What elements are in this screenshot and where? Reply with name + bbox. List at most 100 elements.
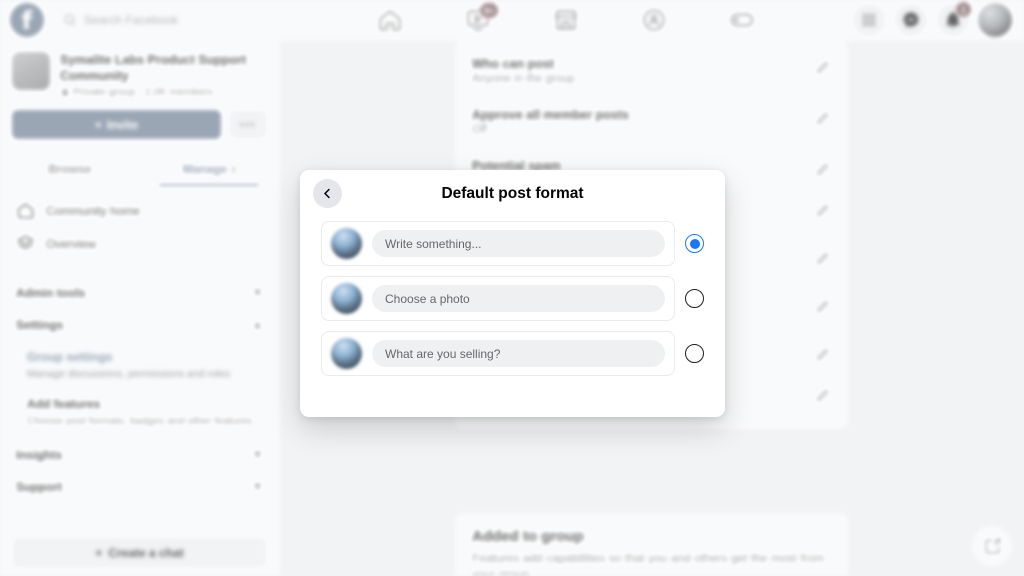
user-avatar: [331, 283, 362, 314]
pencil-icon[interactable]: [815, 346, 831, 362]
sidebar-group-label: Support: [16, 480, 62, 495]
more-options-button[interactable]: ···: [229, 110, 267, 139]
menu-grid-icon[interactable]: [852, 3, 886, 37]
pencil-icon[interactable]: [815, 250, 831, 266]
pencil-icon[interactable]: [815, 161, 831, 177]
sidebar-item-add-features[interactable]: Add features Choose post formats, badges…: [8, 388, 271, 435]
pencil-icon[interactable]: [815, 298, 831, 314]
sidebar-tabs: Browse Manage 3: [0, 151, 279, 186]
setting-value: Off: [472, 124, 488, 136]
added-to-group-desc: Features add capabilities so that you an…: [472, 551, 825, 576]
composer-placeholder[interactable]: Write something...: [372, 230, 665, 257]
sidebar-group-label: Settings: [16, 318, 64, 332]
home-outline-icon: [16, 201, 35, 220]
radio-write-something[interactable]: [685, 234, 704, 253]
sidebar-subitem-desc: Choose post formats, badges and other fe…: [27, 415, 253, 428]
bell-icon[interactable]: 1: [936, 1, 972, 37]
create-chat-button[interactable]: + Create a chat: [12, 537, 267, 568]
added-to-group-title: Added to group: [472, 528, 584, 545]
composer-placeholder[interactable]: Choose a photo: [372, 285, 665, 312]
sidebar-item-group-settings[interactable]: Group settings Manage discussions, permi…: [8, 341, 271, 389]
sidebar-group-label: Insights: [16, 448, 63, 463]
post-format-option-write-something[interactable]: Write something...: [321, 221, 704, 266]
tab-browse[interactable]: Browse: [0, 151, 140, 185]
groups-icon[interactable]: [641, 7, 667, 33]
radio-what-are-you-selling[interactable]: [685, 344, 704, 363]
topbar-right-icons: 1: [852, 1, 1024, 37]
lock-icon: [62, 88, 68, 96]
chevron-down-icon: ▼: [252, 449, 263, 462]
pencil-icon[interactable]: [815, 59, 831, 75]
avatar[interactable]: [978, 3, 1012, 37]
sidebar-group-settings[interactable]: Settings ▲: [8, 309, 271, 341]
plus-icon: +: [94, 117, 102, 132]
create-chat-bar: + Create a chat: [0, 528, 279, 576]
top-navigation-bar: f Search Facebook 9+ 1: [0, 0, 1024, 41]
option-card[interactable]: What are you selling?: [321, 331, 675, 376]
chevron-down-icon: ▼: [252, 287, 263, 299]
option-card[interactable]: Choose a photo: [321, 276, 675, 321]
chevron-up-icon: ▲: [252, 319, 263, 331]
setting-value: Anyone in the group: [472, 73, 575, 85]
compose-icon[interactable]: [972, 526, 1012, 566]
pencil-icon[interactable]: [815, 202, 831, 218]
setting-title: Who can post: [472, 57, 554, 71]
sidebar-group-label: Admin tools: [16, 286, 86, 300]
chevron-down-icon: ▼: [252, 481, 263, 494]
group-thumbnail[interactable]: [12, 52, 50, 90]
video-icon[interactable]: 9+: [465, 2, 500, 33]
search-placeholder-text: Search Facebook: [84, 13, 179, 27]
dialog-title: Default post format: [441, 184, 584, 202]
dialog-body: Write something... Choose a photo What a…: [300, 217, 725, 376]
pencil-icon[interactable]: [815, 387, 831, 403]
sidebar-subitem-title: Group settings: [27, 350, 113, 364]
dialog-header: Default post format: [300, 170, 725, 217]
sidebar-item-community-home[interactable]: Community home: [8, 194, 271, 227]
setting-row[interactable]: Approve all member posts Off: [456, 97, 847, 148]
tab-manage[interactable]: Manage 3: [140, 151, 280, 186]
group-meta: Private group · 2.0K members: [60, 86, 267, 98]
sidebar-divider: [16, 268, 263, 269]
sidebar-group-insights[interactable]: Insights ▼: [8, 439, 271, 471]
layers-icon: [16, 234, 35, 253]
post-format-option-what-are-you-selling[interactable]: What are you selling?: [321, 331, 704, 376]
chevron-left-icon: [323, 188, 330, 199]
group-meta-text: Private group · 2.0K members: [73, 86, 214, 98]
left-sidebar: Symalite Labs Product Support Community …: [0, 41, 280, 576]
option-card[interactable]: Write something...: [321, 221, 675, 266]
setting-row[interactable]: Who can post Anyone in the group: [456, 46, 847, 97]
setting-title: Approve all member posts: [472, 108, 629, 122]
default-post-format-dialog: Default post format Write something... C…: [300, 170, 725, 417]
sidebar-group-support[interactable]: Support ▼: [8, 471, 271, 503]
plus-icon: +: [95, 545, 103, 560]
topbar-left: f Search Facebook: [0, 3, 280, 37]
notification-badge: 1: [955, 1, 972, 18]
invite-label: Invite: [106, 117, 139, 132]
sidebar-item-overview[interactable]: Overview: [8, 227, 271, 260]
tab-browse-label: Browse: [48, 162, 92, 176]
sidebar-item-label: Community home: [46, 203, 141, 218]
sidebar-subitem-desc: Manage discussions, permissions and role…: [27, 368, 231, 380]
screen-root: f Search Facebook 9+ 1 Symalite Labs Pro…: [0, 0, 1024, 576]
invite-button[interactable]: + Invite: [12, 110, 221, 139]
gaming-icon[interactable]: [729, 7, 755, 33]
user-avatar: [331, 228, 362, 259]
group-name: Symalite Labs Product Support Community: [60, 53, 247, 83]
sidebar-item-label: Overview: [46, 236, 97, 251]
pencil-icon[interactable]: [815, 110, 831, 126]
video-badge: 9+: [479, 2, 500, 19]
search-input[interactable]: Search Facebook: [52, 4, 280, 36]
home-icon[interactable]: [377, 7, 403, 33]
composer-placeholder[interactable]: What are you selling?: [372, 340, 665, 367]
radio-choose-a-photo[interactable]: [685, 289, 704, 308]
post-format-option-choose-a-photo[interactable]: Choose a photo: [321, 276, 704, 321]
sidebar-group-admin-tools[interactable]: Admin tools ▼: [8, 277, 271, 309]
facebook-logo-icon[interactable]: f: [10, 3, 44, 37]
back-button[interactable]: [313, 179, 342, 208]
messenger-icon[interactable]: [894, 3, 928, 37]
sidebar-subitem-title: Add features: [27, 397, 101, 412]
tab-manage-badge: 3: [230, 165, 236, 176]
search-icon: [64, 14, 76, 26]
marketplace-icon[interactable]: [553, 7, 579, 33]
user-avatar: [331, 338, 362, 369]
